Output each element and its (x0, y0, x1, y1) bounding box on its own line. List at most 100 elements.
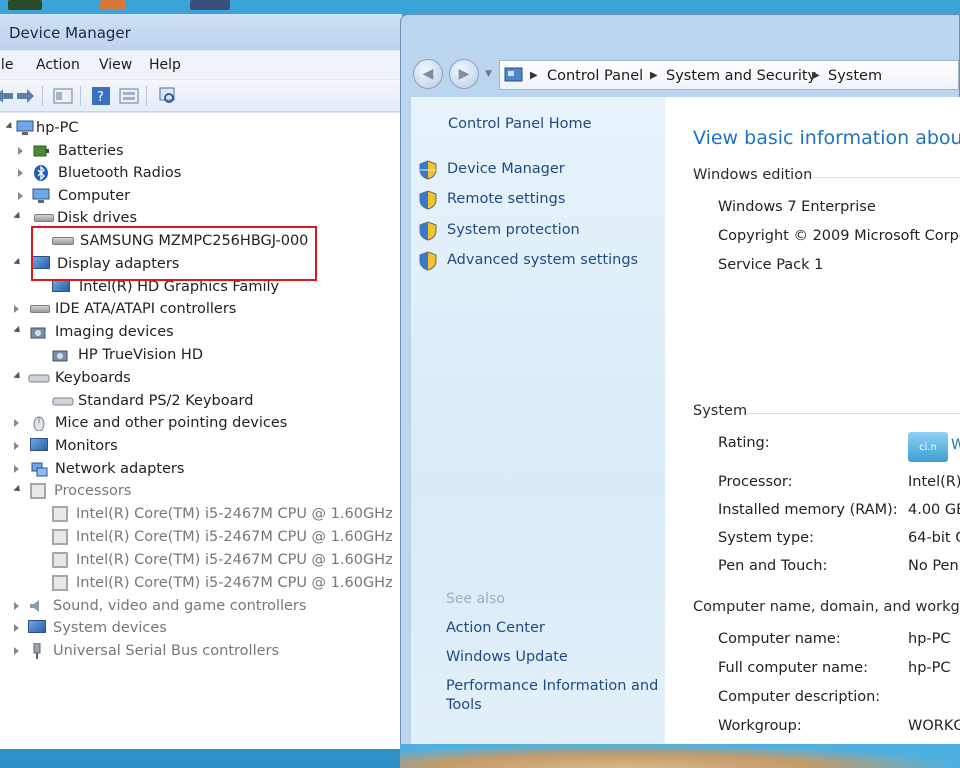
tree-item-intel-graphics[interactable]: Intel(R) HD Graphics Family (52, 278, 312, 298)
help-icon: ? (92, 87, 110, 105)
collapse-icon[interactable] (13, 325, 23, 336)
menu-action[interactable]: Action (36, 57, 80, 73)
tree-item-processors[interactable]: Processors (13, 482, 214, 502)
tree-item-cpu[interactable]: Intel(R) Core(TM) i5-2467M CPU @ 1.60GHz (52, 551, 393, 571)
expand-icon[interactable] (18, 169, 23, 177)
camera-icon (52, 350, 68, 362)
view-button[interactable] (118, 85, 140, 107)
remote-settings-link[interactable]: Remote settings (447, 191, 565, 207)
breadcrumb-system-security[interactable]: System and Security (666, 68, 816, 84)
tree-item-network-adapters[interactable]: Network adapters (14, 460, 214, 480)
back-arrow-icon (0, 89, 13, 103)
window-title: Device Manager (9, 24, 131, 42)
system-heading: System (693, 403, 748, 419)
expand-icon[interactable] (14, 602, 19, 610)
tree-item-cpu[interactable]: Intel(R) Core(TM) i5-2467M CPU @ 1.60GHz (52, 505, 393, 525)
breadcrumb-arrow-icon[interactable]: ▶ (530, 70, 538, 81)
tree-item-computer[interactable]: Computer (18, 187, 218, 207)
menu-help[interactable]: Help (149, 57, 181, 73)
processor-label: Processor: (718, 474, 793, 490)
expand-icon[interactable] (14, 465, 19, 473)
tree-item-label: Universal Serial Bus controllers (53, 643, 280, 659)
tree-item-batteries[interactable]: Batteries (18, 142, 218, 162)
tree-root-label: hp-PC (36, 120, 79, 136)
tree-item-cpu[interactable]: Intel(R) Core(TM) i5-2467M CPU @ 1.60GHz (52, 528, 393, 548)
help-button[interactable]: ? (90, 85, 112, 107)
tree-item-label: Computer (58, 188, 131, 204)
back-button[interactable]: ◀ (413, 59, 443, 89)
windows-experience-index-badge[interactable]: ci.n (908, 432, 948, 462)
edition-value: Windows 7 Enterprise (718, 199, 876, 215)
expand-icon[interactable] (18, 147, 23, 155)
mouse-icon (33, 416, 45, 431)
tree-item-hp-truevision[interactable]: HP TrueVision HD (52, 346, 252, 366)
tree-item-cpu[interactable]: Intel(R) Core(TM) i5-2467M CPU @ 1.60GHz (52, 574, 393, 594)
menu-view[interactable]: View (99, 57, 132, 73)
tree-item-usb[interactable]: Universal Serial Bus controllers (14, 642, 294, 662)
system-protection-link[interactable]: System protection (447, 222, 580, 238)
advanced-system-settings-link[interactable]: Advanced system settings (447, 252, 638, 268)
tree-item-label: Intel(R) Core(TM) i5-2467M CPU @ 1.60GHz (76, 506, 393, 522)
full-name-value: hp-PC (908, 660, 951, 676)
menu-file[interactable]: File (0, 57, 13, 73)
scan-hardware-button[interactable] (156, 85, 178, 107)
expand-icon[interactable] (18, 192, 23, 200)
tree-item-bluetooth[interactable]: Bluetooth Radios (18, 164, 218, 184)
collapse-icon[interactable] (13, 257, 23, 268)
tree-item-keyboards[interactable]: Keyboards (13, 369, 214, 389)
tree-item-ide-controllers[interactable]: IDE ATA/ATAPI controllers (14, 300, 254, 320)
action-center-link[interactable]: Action Center (446, 620, 545, 636)
collapse-icon[interactable] (13, 484, 23, 495)
collapse-icon[interactable] (13, 371, 23, 382)
collapse-icon[interactable] (13, 211, 23, 222)
tree-item-label: Keyboards (55, 370, 131, 386)
tree-item-monitors[interactable]: Monitors (14, 437, 214, 457)
performance-info-link-tools[interactable]: Tools (446, 697, 482, 713)
device-manager-link[interactable]: Device Manager (447, 161, 565, 177)
toolbar-separator (42, 86, 43, 106)
control-panel-home-link[interactable]: Control Panel Home (448, 116, 592, 132)
expand-icon[interactable] (14, 624, 19, 632)
tree-item-label: Network adapters (55, 461, 185, 477)
forward-button[interactable] (14, 85, 36, 107)
title-bar[interactable]: Device Manager (0, 14, 402, 50)
performance-info-link[interactable]: Performance Information and (446, 678, 658, 694)
tree-root[interactable]: hp-PC (5, 119, 206, 139)
tree-item-mice[interactable]: Mice and other pointing devices (14, 414, 294, 434)
processor-icon (52, 506, 68, 522)
breadcrumb-arrow-icon[interactable]: ▶ (650, 70, 658, 81)
memory-label: Installed memory (RAM): (718, 502, 898, 518)
pen-touch-value: No Pen (908, 558, 959, 574)
processor-icon (30, 483, 46, 499)
windows-update-link[interactable]: Windows Update (446, 649, 568, 665)
rating-link[interactable]: W (951, 437, 960, 453)
breadcrumb-system[interactable]: System (828, 68, 882, 84)
breadcrumb-control-panel[interactable]: Control Panel (547, 68, 643, 84)
tree-item-label: Intel(R) Core(TM) i5-2467M CPU @ 1.60GHz (76, 529, 393, 545)
section-divider (813, 177, 960, 178)
history-dropdown-icon[interactable]: ▼ (485, 69, 492, 79)
tree-item-ps2-keyboard[interactable]: Standard PS/2 Keyboard (52, 392, 272, 412)
computer-name-heading: Computer name, domain, and workgrou (693, 599, 960, 615)
tree-item-sound[interactable]: Sound, video and game controllers (14, 597, 314, 617)
tree-item-imaging-devices[interactable]: Imaging devices (13, 323, 214, 343)
collapse-icon[interactable] (5, 121, 15, 132)
forward-arrow-icon (17, 89, 34, 103)
expand-icon[interactable] (14, 419, 19, 427)
expand-icon[interactable] (14, 647, 19, 655)
computer-icon (32, 188, 50, 203)
computer-name-value: hp-PC (908, 631, 951, 647)
tree-item-label: Processors (54, 483, 132, 499)
forward-button[interactable]: ▶ (449, 59, 479, 89)
expand-icon[interactable] (14, 305, 19, 313)
menu-bar: File Action View Help (0, 51, 402, 79)
ide-controller-icon (30, 305, 50, 313)
shield-icon (419, 160, 437, 180)
breadcrumb-arrow-icon[interactable]: ▶ (812, 70, 820, 81)
properties-button[interactable] (52, 85, 74, 107)
tree-item-system-devices[interactable]: System devices (14, 619, 214, 639)
tree-item-label: Monitors (55, 438, 118, 454)
network-icon (31, 462, 48, 477)
breadcrumb[interactable]: ▶ Control Panel ▶ System and Security ▶ … (499, 60, 959, 90)
expand-icon[interactable] (14, 442, 19, 450)
